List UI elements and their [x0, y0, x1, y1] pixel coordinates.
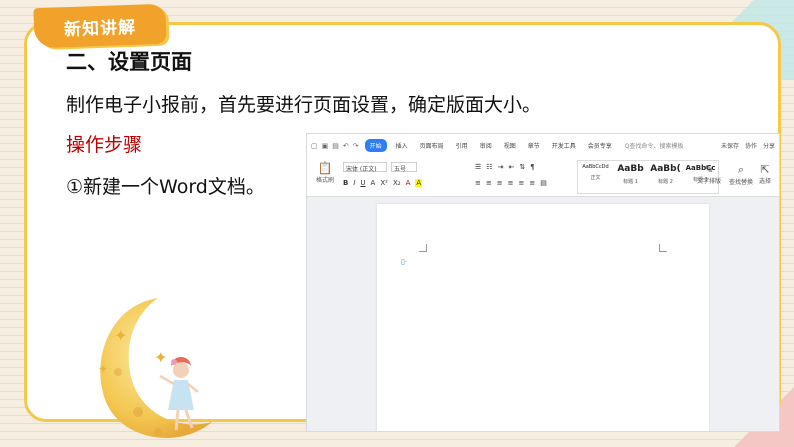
font-name-select[interactable]: 宋体 (正文) — [343, 162, 387, 173]
subscript-button[interactable]: X₂ — [393, 179, 401, 187]
find-replace-button[interactable]: ⌕ 查找替换 — [729, 163, 753, 186]
border-button[interactable]: ▤ — [540, 179, 547, 187]
font-format-row: B I U A X² X₂ A A — [343, 179, 423, 187]
italic-button[interactable]: I — [353, 179, 355, 187]
intro-text: 制作电子小报前，首先要进行页面设置，确定版面大小。 — [66, 94, 542, 116]
style-heading-1[interactable]: AaBb 标题 1 — [613, 161, 648, 193]
margin-corner-mark — [419, 244, 427, 252]
paragraph-mark-icon: ▯· — [401, 258, 408, 266]
underline-button[interactable]: U — [360, 179, 365, 187]
text-layout-icon: ✎ — [704, 163, 714, 176]
list-row: ☰ ☷ ⇥ ⇤ ⇅ ¶ — [475, 163, 535, 171]
collaborate-button[interactable]: 协作 — [745, 141, 757, 150]
line-spacing-button[interactable]: ≡ — [529, 179, 535, 187]
quick-access-toolbar: ▢ ▣ ▤ ↶ ↷ — [311, 142, 359, 150]
sparkle-star-icon: ✦ — [114, 326, 128, 345]
format-painter-button[interactable]: 📋 格式刷 — [313, 161, 337, 184]
title-right-actions: 未保存 协作 分享 — [721, 141, 779, 150]
tab-page-layout[interactable]: 页面布局 — [417, 139, 447, 152]
save-icon[interactable]: ▣ — [322, 142, 329, 150]
paste-icon: 📋 — [317, 161, 333, 175]
indent-icon[interactable]: ⇥ — [498, 163, 504, 171]
outdent-icon[interactable]: ⇤ — [508, 163, 514, 171]
tab-sections[interactable]: 章节 — [525, 139, 543, 152]
paragraph-row: ≡ ≡ ≡ ≡ ≡ ≡ ▤ — [475, 179, 547, 187]
numbering-icon[interactable]: ☷ — [486, 163, 492, 171]
tab-member[interactable]: 会员专享 — [585, 139, 615, 152]
print-icon[interactable]: ▤ — [332, 142, 339, 150]
align-left-button[interactable]: ≡ — [475, 179, 481, 187]
superscript-button[interactable]: X² — [380, 179, 388, 187]
font-size-select[interactable]: 五号 — [391, 162, 417, 173]
home-ribbon: 📋 格式刷 宋体 (正文) 五号 B I U A X² X₂ A A ≡ ≡ ≡… — [307, 157, 779, 197]
command-search[interactable]: Q查找命令、搜索模板 — [625, 141, 684, 150]
align-center-button[interactable]: ≡ — [486, 179, 492, 187]
crescent-moon-icon — [100, 298, 212, 439]
tab-developer[interactable]: 开发工具 — [549, 139, 579, 152]
moon-illustration: ✦ ✦ ✦ — [88, 292, 228, 447]
highlight-button[interactable]: A — [415, 179, 423, 187]
steps-heading: 操作步骤 — [66, 134, 143, 156]
justify-button[interactable]: ≡ — [508, 179, 514, 187]
bold-button[interactable]: B — [343, 179, 348, 187]
step-one-text: ①新建一个Word文档。 — [66, 176, 265, 198]
select-button[interactable]: ⇱ 选择 — [759, 163, 771, 185]
margin-corner-mark — [659, 244, 667, 252]
tab-view[interactable]: 视图 — [501, 139, 519, 152]
style-heading-2[interactable]: AaBb( 标题 2 — [648, 161, 683, 193]
share-button[interactable]: 分享 — [763, 141, 775, 150]
unsaved-button[interactable]: 未保存 — [721, 141, 739, 150]
align-right-button[interactable]: ≡ — [497, 179, 503, 187]
tab-references[interactable]: 引用 — [453, 139, 471, 152]
word-window-screenshot: ▢ ▣ ▤ ↶ ↷ 开始 插入 页面布局 引用 审阅 视图 章节 开发工具 会员… — [306, 133, 780, 432]
strike-button[interactable]: A — [371, 179, 376, 187]
style-normal[interactable]: AaBbCcDd 正文 — [578, 161, 613, 193]
tab-insert[interactable]: 插入 — [393, 139, 411, 152]
distribute-button[interactable]: ≡ — [519, 179, 525, 187]
tab-review[interactable]: 审阅 — [477, 139, 495, 152]
cursor-icon: ⇱ — [760, 163, 770, 176]
document-page[interactable]: ▯· — [377, 204, 709, 431]
search-icon: ⌕ — [737, 163, 745, 176]
show-marks-icon[interactable]: ¶ — [530, 163, 534, 171]
file-icon[interactable]: ▢ — [311, 142, 318, 150]
sparkle-star-icon: ✦ — [154, 348, 168, 367]
section-title: 二、设置页面 — [66, 50, 192, 74]
text-layout-button[interactable]: ✎ 文字排版 — [697, 163, 721, 185]
section-tag: 新知讲解 — [33, 3, 167, 49]
tab-home[interactable]: 开始 — [364, 139, 387, 152]
word-menu-bar: ▢ ▣ ▤ ↶ ↷ 开始 插入 页面布局 引用 审阅 视图 章节 开发工具 会员… — [307, 134, 779, 157]
font-color-button[interactable]: A — [406, 179, 411, 187]
bullets-icon[interactable]: ☰ — [475, 163, 481, 171]
undo-icon[interactable]: ↶ — [343, 142, 349, 150]
sort-icon[interactable]: ⇅ — [519, 163, 525, 171]
sparkle-star-icon: ✦ — [98, 362, 109, 376]
redo-icon[interactable]: ↷ — [353, 142, 359, 150]
